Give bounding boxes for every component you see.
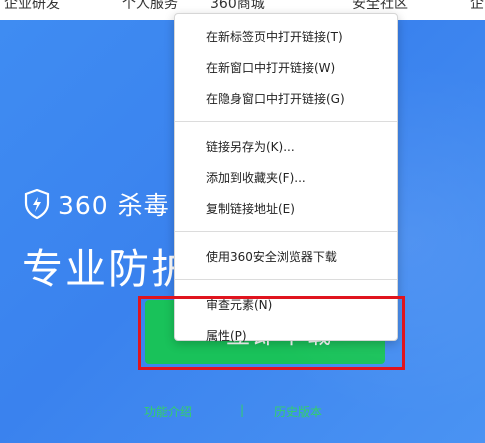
menu-open-new-tab[interactable]: 在新标签页中打开链接(T): [175, 21, 397, 52]
brand-name: 360 杀毒: [58, 191, 170, 220]
history-versions-link[interactable]: 历史版本: [274, 403, 322, 420]
nav-item-personal[interactable]: 个人服务: [122, 0, 178, 13]
menu-copy-link-address[interactable]: 复制链接地址(E): [175, 193, 397, 224]
shield-icon: [24, 189, 50, 219]
menu-open-new-window[interactable]: 在新窗口中打开链接(W): [175, 52, 397, 83]
product-brand: 360 杀毒: [24, 184, 170, 224]
menu-separator: [175, 279, 397, 280]
feature-intro-link[interactable]: 功能介绍: [144, 403, 192, 420]
nav-item-enterprise[interactable]: 企业研发: [4, 0, 60, 13]
menu-separator: [175, 121, 397, 122]
hero-links: 功能介绍 | 历史版本: [140, 403, 360, 423]
menu-download-with-360[interactable]: 使用360安全浏览器下载: [175, 241, 397, 272]
menu-open-incognito[interactable]: 在隐身窗口中打开链接(G): [175, 83, 397, 114]
link-separator: |: [240, 403, 245, 417]
highlight-box: [138, 296, 405, 370]
context-menu: 在新标签页中打开链接(T) 在新窗口中打开链接(W) 在隐身窗口中打开链接(G)…: [174, 13, 398, 343]
menu-separator: [175, 231, 397, 232]
menu-add-to-favorites[interactable]: 添加到收藏夹(F)...: [175, 162, 397, 193]
menu-save-link-as[interactable]: 链接另存为(K)...: [175, 131, 397, 162]
nav-item-store[interactable]: 360商城: [210, 0, 265, 13]
nav-item-more[interactable]: 企: [470, 0, 484, 13]
nav-item-community[interactable]: 安全社区: [352, 0, 408, 13]
